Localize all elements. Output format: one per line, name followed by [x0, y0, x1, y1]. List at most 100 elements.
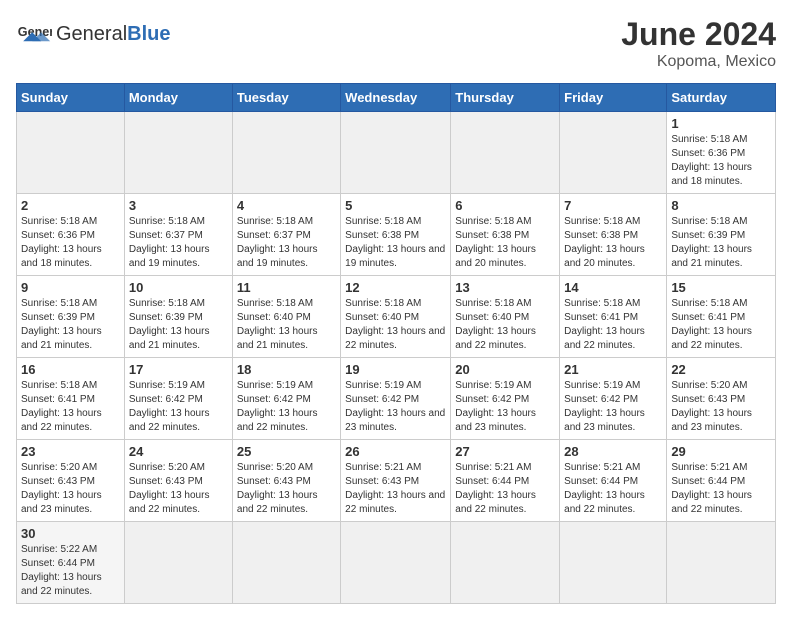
calendar-day-cell — [232, 112, 340, 194]
weekday-header-thursday: Thursday — [451, 84, 560, 112]
day-info: Sunrise: 5:18 AM Sunset: 6:38 PM Dayligh… — [345, 215, 446, 271]
calendar-day-cell: 11 Sunrise: 5:18 AM Sunset: 6:40 PM Dayli… — [232, 276, 340, 358]
calendar-day-cell: 22 Sunrise: 5:20 AM Sunset: 6:43 PM Dayli… — [667, 358, 776, 440]
day-info: Sunrise: 5:18 AM Sunset: 6:36 PM Dayligh… — [671, 133, 771, 189]
weekday-header-row: SundayMondayTuesdayWednesdayThursdayFrid… — [17, 84, 776, 112]
day-info: Sunrise: 5:21 AM Sunset: 6:44 PM Dayligh… — [455, 461, 555, 517]
calendar-week-row: 9 Sunrise: 5:18 AM Sunset: 6:39 PM Daylig… — [17, 276, 776, 358]
day-info: Sunrise: 5:22 AM Sunset: 6:44 PM Dayligh… — [21, 543, 120, 599]
calendar-day-cell: 18Sunrise: 5:19 AM Sunset: 6:42 PM Dayli… — [232, 358, 340, 440]
day-number: 15 — [671, 280, 771, 295]
calendar-day-cell — [124, 112, 232, 194]
day-info: Sunrise: 5:18 AM Sunset: 6:41 PM Dayligh… — [564, 297, 662, 353]
day-number: 2 — [21, 198, 120, 213]
day-info: Sunrise: 5:18 AM Sunset: 6:40 PM Dayligh… — [237, 297, 336, 353]
month-year-title: June 2024 — [621, 16, 776, 53]
calendar-day-cell: 30 Sunrise: 5:22 AM Sunset: 6:44 PM Dayli… — [17, 522, 125, 604]
calendar-day-cell: 26 Sunrise: 5:21 AM Sunset: 6:43 PM Dayli… — [341, 440, 451, 522]
day-number: 24 — [129, 444, 228, 459]
calendar-day-cell: 3Sunrise: 5:18 AM Sunset: 6:37 PM Daylig… — [124, 194, 232, 276]
day-number: 4 — [237, 198, 336, 213]
weekday-header-friday: Friday — [560, 84, 667, 112]
day-number: 17 — [129, 362, 228, 377]
calendar-day-cell: 14 Sunrise: 5:18 AM Sunset: 6:41 PM Dayli… — [560, 276, 667, 358]
calendar-day-cell: 15 Sunrise: 5:18 AM Sunset: 6:41 PM Dayli… — [667, 276, 776, 358]
day-number: 14 — [564, 280, 662, 295]
day-info: Sunrise: 5:18 AM Sunset: 6:40 PM Dayligh… — [455, 297, 555, 353]
day-number: 19 — [345, 362, 446, 377]
day-info: Sunrise: 5:18 AM Sunset: 6:38 PM Dayligh… — [455, 215, 555, 271]
day-info: Sunrise: 5:20 AM Sunset: 6:43 PM Dayligh… — [129, 461, 228, 517]
day-number: 20 — [455, 362, 555, 377]
title-area: June 2024 Kopoma, Mexico — [621, 16, 776, 71]
day-number: 11 — [237, 280, 336, 295]
calendar-day-cell: 9 Sunrise: 5:18 AM Sunset: 6:39 PM Daylig… — [17, 276, 125, 358]
calendar-week-row: 2 Sunrise: 5:18 AM Sunset: 6:36 PM Daylig… — [17, 194, 776, 276]
day-info: Sunrise: 5:19 AM Sunset: 6:42 PM Dayligh… — [237, 379, 336, 435]
day-info: Sunrise: 5:18 AM Sunset: 6:36 PM Dayligh… — [21, 215, 120, 271]
calendar-week-row: 16 Sunrise: 5:18 AM Sunset: 6:41 PM Dayli… — [17, 358, 776, 440]
calendar-day-cell: 24 Sunrise: 5:20 AM Sunset: 6:43 PM Dayli… — [124, 440, 232, 522]
calendar-day-cell — [17, 112, 125, 194]
calendar-day-cell — [341, 522, 451, 604]
day-info: Sunrise: 5:19 AM Sunset: 6:42 PM Dayligh… — [129, 379, 228, 435]
calendar-day-cell — [451, 522, 560, 604]
day-number: 25 — [237, 444, 336, 459]
day-number: 1 — [671, 116, 771, 131]
day-info: Sunrise: 5:18 AM Sunset: 6:39 PM Dayligh… — [21, 297, 120, 353]
weekday-header-saturday: Saturday — [667, 84, 776, 112]
day-info: Sunrise: 5:18 AM Sunset: 6:39 PM Dayligh… — [129, 297, 228, 353]
calendar-day-cell: 2 Sunrise: 5:18 AM Sunset: 6:36 PM Daylig… — [17, 194, 125, 276]
calendar-day-cell: 17 Sunrise: 5:19 AM Sunset: 6:42 PM Dayli… — [124, 358, 232, 440]
day-info: Sunrise: 5:19 AM Sunset: 6:42 PM Dayligh… — [345, 379, 446, 435]
calendar-day-cell: 7Sunrise: 5:18 AM Sunset: 6:38 PM Daylig… — [560, 194, 667, 276]
calendar-day-cell — [560, 112, 667, 194]
calendar-day-cell — [667, 522, 776, 604]
day-number: 12 — [345, 280, 446, 295]
calendar-day-cell: 19 Sunrise: 5:19 AM Sunset: 6:42 PM Dayli… — [341, 358, 451, 440]
day-info: Sunrise: 5:18 AM Sunset: 6:40 PM Dayligh… — [345, 297, 446, 353]
day-number: 10 — [129, 280, 228, 295]
day-number: 22 — [671, 362, 771, 377]
calendar-day-cell: 1 Sunrise: 5:18 AM Sunset: 6:36 PM Daylig… — [667, 112, 776, 194]
calendar-day-cell: 6Sunrise: 5:18 AM Sunset: 6:38 PM Daylig… — [451, 194, 560, 276]
day-info: Sunrise: 5:19 AM Sunset: 6:42 PM Dayligh… — [564, 379, 662, 435]
day-number: 5 — [345, 198, 446, 213]
calendar-day-cell: 25 Sunrise: 5:20 AM Sunset: 6:43 PM Dayli… — [232, 440, 340, 522]
calendar-day-cell: 29Sunrise: 5:21 AM Sunset: 6:44 PM Dayli… — [667, 440, 776, 522]
day-info: Sunrise: 5:21 AM Sunset: 6:43 PM Dayligh… — [345, 461, 446, 517]
day-number: 30 — [21, 526, 120, 541]
day-info: Sunrise: 5:21 AM Sunset: 6:44 PM Dayligh… — [564, 461, 662, 517]
calendar-day-cell: 21 Sunrise: 5:19 AM Sunset: 6:42 PM Dayli… — [560, 358, 667, 440]
day-number: 23 — [21, 444, 120, 459]
calendar-week-row: 1 Sunrise: 5:18 AM Sunset: 6:36 PM Daylig… — [17, 112, 776, 194]
day-info: Sunrise: 5:18 AM Sunset: 6:38 PM Dayligh… — [564, 215, 662, 271]
calendar-day-cell: 16 Sunrise: 5:18 AM Sunset: 6:41 PM Dayli… — [17, 358, 125, 440]
calendar-week-row: 30 Sunrise: 5:22 AM Sunset: 6:44 PM Dayli… — [17, 522, 776, 604]
day-number: 29 — [671, 444, 771, 459]
calendar-day-cell — [124, 522, 232, 604]
calendar-day-cell — [341, 112, 451, 194]
logo-blue-text: Blue — [127, 23, 170, 45]
weekday-header-monday: Monday — [124, 84, 232, 112]
day-number: 13 — [455, 280, 555, 295]
calendar-day-cell: 5 Sunrise: 5:18 AM Sunset: 6:38 PM Daylig… — [341, 194, 451, 276]
day-info: Sunrise: 5:18 AM Sunset: 6:41 PM Dayligh… — [671, 297, 771, 353]
calendar-day-cell: 12 Sunrise: 5:18 AM Sunset: 6:40 PM Dayli… — [341, 276, 451, 358]
day-number: 21 — [564, 362, 662, 377]
calendar-table: SundayMondayTuesdayWednesdayThursdayFrid… — [16, 83, 776, 604]
day-info: Sunrise: 5:18 AM Sunset: 6:41 PM Dayligh… — [21, 379, 120, 435]
day-number: 9 — [21, 280, 120, 295]
logo: General GeneralBlue — [16, 16, 171, 52]
day-info: Sunrise: 5:18 AM Sunset: 6:39 PM Dayligh… — [671, 215, 771, 271]
day-info: Sunrise: 5:20 AM Sunset: 6:43 PM Dayligh… — [237, 461, 336, 517]
day-info: Sunrise: 5:20 AM Sunset: 6:43 PM Dayligh… — [671, 379, 771, 435]
weekday-header-sunday: Sunday — [17, 84, 125, 112]
calendar-day-cell — [451, 112, 560, 194]
calendar-day-cell: 13 Sunrise: 5:18 AM Sunset: 6:40 PM Dayli… — [451, 276, 560, 358]
calendar-day-cell — [560, 522, 667, 604]
day-number: 26 — [345, 444, 446, 459]
day-number: 27 — [455, 444, 555, 459]
calendar-day-cell: 27 Sunrise: 5:21 AM Sunset: 6:44 PM Dayli… — [451, 440, 560, 522]
day-number: 16 — [21, 362, 120, 377]
